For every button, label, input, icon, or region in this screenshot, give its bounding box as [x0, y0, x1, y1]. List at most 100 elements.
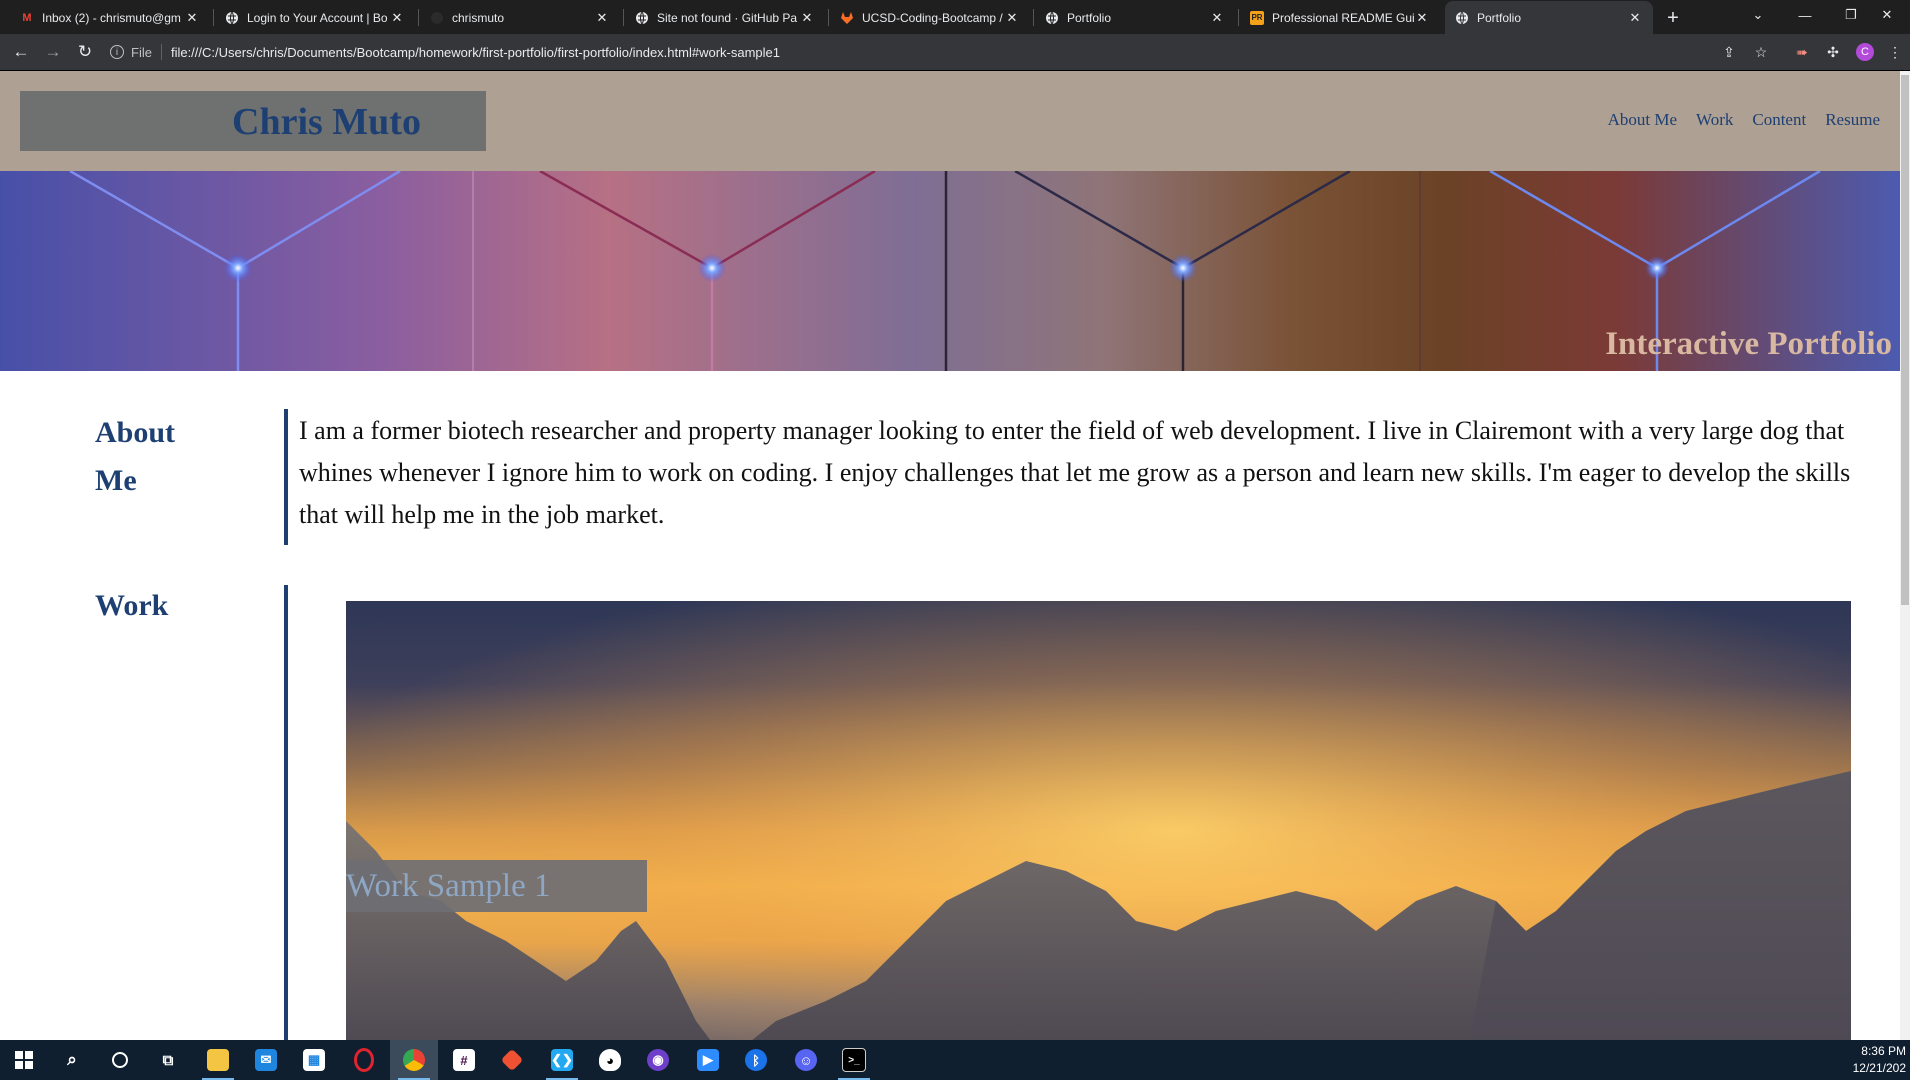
cortana-icon [112, 1052, 128, 1068]
tab-title: Portfolio [1477, 10, 1522, 25]
readme-icon: PR [1250, 10, 1264, 25]
taskbar-vscode[interactable]: ❮❯ [538, 1040, 586, 1080]
nav-link-content[interactable]: Content [1752, 110, 1806, 130]
tab-title: Professional README Guid [1272, 10, 1414, 25]
tab-divider [1033, 9, 1034, 26]
taskbar-mail[interactable]: ✉ [242, 1040, 290, 1080]
taskbar-terminal[interactable]: >_ [830, 1040, 878, 1080]
taskbar-file-explorer[interactable] [194, 1040, 242, 1080]
github-icon [430, 11, 444, 25]
tab-divider [1238, 9, 1239, 26]
tab-title: Portfolio [1067, 10, 1112, 25]
penguin-icon: ◕ [599, 1049, 621, 1071]
taskbar-git[interactable] [488, 1040, 536, 1080]
address-divider [160, 44, 162, 60]
globe-icon [635, 11, 649, 25]
terminal-icon: >_ [842, 1048, 866, 1072]
windows-taskbar: ⌕ ⧉ ✉ ▦ # ❮❯ ◕ ◉ ▶ ᛒ ☺ >_ 8:36 PM 12/21/… [0, 1040, 1910, 1080]
work-sample-caption[interactable]: Work Sample 1 [346, 860, 647, 912]
browser-tab[interactable]: Portfolio ✕ [1035, 1, 1235, 34]
browser-tab[interactable]: PR Professional README Guid ✕ [1240, 1, 1440, 34]
nav-link-about[interactable]: About Me [1608, 110, 1677, 130]
taskbar-linux[interactable]: ◕ [586, 1040, 634, 1080]
close-icon[interactable]: ✕ [799, 10, 815, 26]
taskbar-chrome[interactable] [390, 1040, 438, 1080]
taskbar-github-desktop[interactable]: ◉ [634, 1040, 682, 1080]
taskbar-zoom[interactable]: ▶ [684, 1040, 732, 1080]
site-name: Chris Muto [232, 101, 421, 143]
browser-toolbar: ← → ↻ i File file:///C:/Users/chris/Docu… [0, 34, 1910, 71]
close-icon[interactable]: ✕ [594, 10, 610, 26]
search-button[interactable]: ⌕ [48, 1040, 96, 1080]
minimize-button[interactable]: — [1782, 0, 1828, 30]
close-icon[interactable]: ✕ [1004, 10, 1020, 26]
taskbar-store[interactable]: ▦ [290, 1040, 338, 1080]
close-icon[interactable]: ✕ [389, 10, 405, 26]
browser-tab[interactable]: Login to Your Account | Bo ✕ [215, 1, 415, 34]
close-icon[interactable]: ✕ [184, 10, 200, 26]
scrollbar-thumb[interactable] [1901, 75, 1909, 605]
close-window-button[interactable]: ✕ [1864, 0, 1910, 30]
close-icon[interactable]: ✕ [1627, 10, 1643, 26]
address-bar[interactable]: i File file:///C:/Users/chris/Documents/… [110, 39, 1690, 65]
clock-time: 8:36 PM [1861, 1044, 1906, 1058]
git-icon [500, 1048, 524, 1072]
extension-arrow-icon[interactable]: ➠ [1793, 43, 1811, 61]
name-banner: Chris Muto [20, 91, 486, 151]
puzzle-icon[interactable]: ✣ [1824, 43, 1842, 61]
hero-title: Interactive Portfolio [1605, 326, 1892, 362]
browser-tab[interactable]: Site not found · GitHub Pa ✕ [625, 1, 825, 34]
cortana-button[interactable] [96, 1040, 144, 1080]
browser-tab[interactable]: chrismuto ✕ [420, 1, 620, 34]
mail-icon: ✉ [255, 1049, 277, 1071]
store-icon: ▦ [303, 1049, 325, 1071]
work-sample-image[interactable]: Work Sample 1 [346, 601, 1851, 1040]
close-icon[interactable]: ✕ [1414, 10, 1430, 26]
task-view-icon: ⧉ [162, 1051, 174, 1069]
info-icon[interactable]: i [110, 45, 124, 59]
tab-divider [213, 9, 214, 26]
menu-kebab-icon[interactable]: ⋮ [1886, 43, 1904, 61]
taskbar-bluetooth-app[interactable]: ᛒ [732, 1040, 780, 1080]
tab-search-button[interactable]: ⌄ [1735, 0, 1781, 30]
profile-avatar[interactable]: C [1856, 43, 1874, 61]
taskbar-slack[interactable]: # [440, 1040, 488, 1080]
github-desktop-icon: ◉ [647, 1049, 669, 1071]
share-icon[interactable]: ⇪ [1720, 43, 1738, 61]
page-scrollbar[interactable] [1900, 71, 1910, 1040]
about-heading-line1: About [95, 416, 176, 449]
close-icon[interactable]: ✕ [1209, 10, 1225, 26]
globe-icon [225, 11, 239, 25]
about-heading: About Me [95, 409, 175, 505]
tab-divider [828, 9, 829, 26]
page-viewport: Chris Muto About Me Work Content Resume [0, 71, 1900, 1040]
back-button[interactable]: ← [10, 41, 32, 63]
forward-button[interactable]: → [42, 41, 64, 63]
reload-button[interactable]: ↻ [74, 41, 96, 63]
system-clock[interactable]: 8:36 PM 12/21/202 [1853, 1043, 1906, 1077]
globe-icon [1455, 11, 1469, 25]
start-button[interactable] [0, 1040, 48, 1080]
work-heading: Work [95, 582, 168, 630]
nav-link-resume[interactable]: Resume [1825, 110, 1880, 130]
tab-title: Site not found · GitHub Pa [657, 10, 798, 25]
windows-logo-icon [15, 1051, 33, 1069]
vscode-icon: ❮❯ [551, 1049, 573, 1071]
star-icon[interactable]: ☆ [1752, 43, 1770, 61]
browser-tab[interactable]: M Inbox (2) - chrismuto@gm ✕ [10, 1, 210, 34]
nav-link-work[interactable]: Work [1696, 110, 1733, 130]
taskbar-discord[interactable]: ☺ [782, 1040, 830, 1080]
taskbar-opera[interactable] [340, 1040, 388, 1080]
bluetooth-icon: ᛒ [745, 1049, 767, 1071]
gitlab-icon [840, 11, 854, 25]
new-tab-button[interactable]: + [1660, 5, 1686, 31]
url-text[interactable]: file:///C:/Users/chris/Documents/Bootcam… [171, 45, 780, 60]
browser-tab-active[interactable]: Portfolio ✕ [1445, 1, 1653, 34]
site-header: Chris Muto About Me Work Content Resume [0, 71, 1900, 171]
discord-icon: ☺ [795, 1049, 817, 1071]
browser-tab[interactable]: UCSD-Coding-Bootcamp / ✕ [830, 1, 1030, 34]
about-text: I am a former biotech researcher and pro… [299, 416, 1851, 529]
folder-icon [207, 1049, 229, 1071]
mountain-sunset-graphic [346, 601, 1851, 1040]
task-view-button[interactable]: ⧉ [144, 1040, 192, 1080]
